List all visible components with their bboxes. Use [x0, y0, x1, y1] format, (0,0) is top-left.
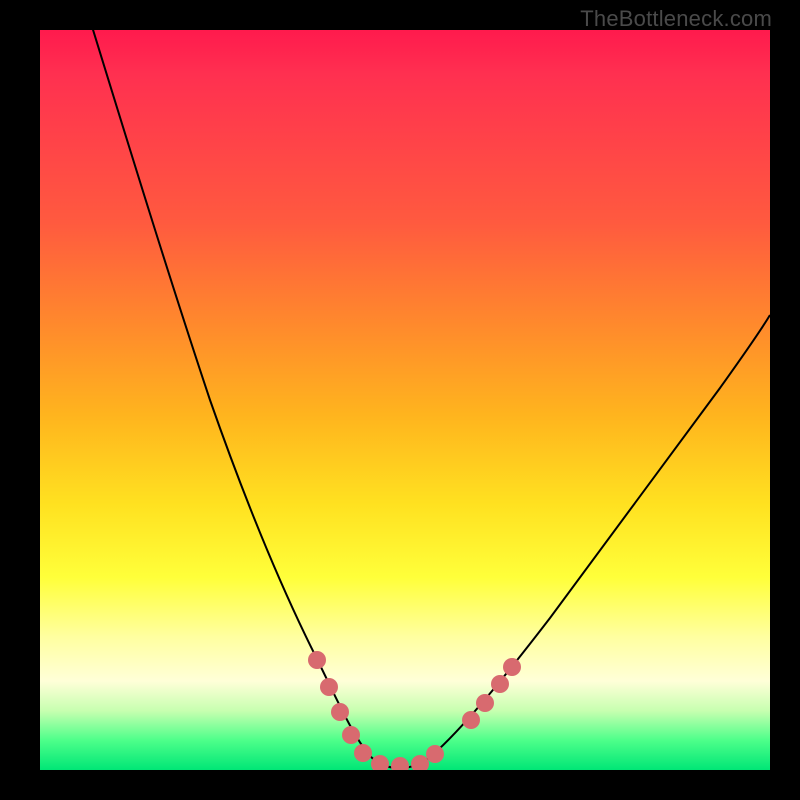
marker-dot	[503, 658, 521, 676]
marker-dot	[331, 703, 349, 721]
marker-dot	[308, 651, 326, 669]
marker-dot	[371, 755, 389, 770]
chart-frame: TheBottleneck.com	[0, 0, 800, 800]
marker-group	[308, 651, 521, 770]
attribution-text: TheBottleneck.com	[580, 6, 772, 32]
marker-dot	[476, 694, 494, 712]
marker-dot	[462, 711, 480, 729]
plot-area	[40, 30, 770, 770]
marker-dot	[411, 755, 429, 770]
marker-dot	[354, 744, 372, 762]
bottleneck-curve	[40, 30, 770, 770]
marker-dot	[491, 675, 509, 693]
curve-path	[90, 30, 770, 768]
marker-dot	[391, 757, 409, 770]
marker-dot	[320, 678, 338, 696]
marker-dot	[426, 745, 444, 763]
marker-dot	[342, 726, 360, 744]
